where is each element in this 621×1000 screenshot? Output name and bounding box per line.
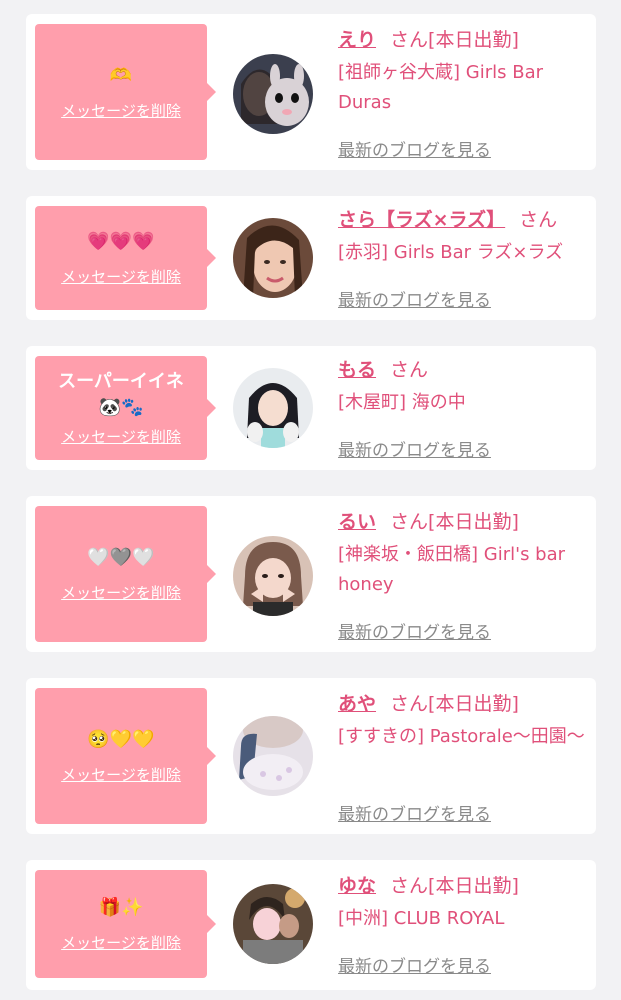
shop-info: [赤羽] Girls Bar ラズ×ラズ	[338, 242, 564, 263]
message-card: 🫶 メッセージを削除 えり さん[本日出勤] [祖師ヶ谷大蔵] Girls Bar…	[26, 14, 596, 170]
name-line: あや さん[本日出勤]	[338, 690, 588, 718]
avatar-photo-icon	[233, 884, 313, 964]
avatar-photo-icon	[233, 716, 313, 796]
name-line: えり さん[本日出勤]	[338, 26, 588, 54]
message-text: 🤍🩶🤍	[87, 547, 155, 568]
delete-message-link[interactable]: メッセージを削除	[61, 267, 181, 287]
work-status: [本日出勤]	[428, 29, 519, 51]
profile-info: るい さん[本日出勤] [神楽坂・飯田橋] Girl's bar honey	[338, 508, 588, 600]
honorific: さん	[519, 209, 558, 231]
name-line: ゆな さん[本日出勤]	[338, 872, 588, 900]
avatar[interactable]	[233, 884, 313, 964]
honorific: さん	[390, 359, 429, 381]
message-text: スーパーイイネ🐼🐾	[58, 371, 184, 418]
message-bubble: 🎁✨ メッセージを削除	[35, 870, 216, 978]
message-card: スーパーイイネ🐼🐾 メッセージを削除 もる さん [木屋町] 海の中 最新のブログ…	[26, 346, 596, 470]
honorific: さん	[390, 511, 429, 533]
profile-name-link[interactable]: るい	[338, 511, 376, 533]
avatar-photo-icon	[233, 54, 313, 134]
avatar[interactable]	[233, 54, 313, 134]
message-card: 🤍🩶🤍 メッセージを削除 るい さん[本日出勤] [神楽坂・飯田橋] Girl's…	[26, 496, 596, 652]
delete-message-link[interactable]: メッセージを削除	[61, 765, 181, 785]
shop-info: [すすきの] Pastorale〜田園〜	[338, 726, 585, 747]
honorific: さん	[390, 29, 429, 51]
profile-info: あや さん[本日出勤] [すすきの] Pastorale〜田園〜	[338, 690, 588, 752]
work-status: [本日出勤]	[428, 875, 519, 897]
avatar-photo-icon	[233, 536, 313, 616]
profile-info: もる さん [木屋町] 海の中	[338, 356, 588, 418]
message-bubble: スーパーイイネ🐼🐾 メッセージを削除	[35, 356, 216, 460]
delete-message-link[interactable]: メッセージを削除	[61, 583, 181, 603]
name-line: さら【ラズ×ラズ】 さん	[338, 206, 588, 234]
message-bubble: 🫶 メッセージを削除	[35, 24, 216, 160]
message-text: 🥺💛💛	[87, 729, 155, 750]
honorific: さん	[390, 875, 429, 897]
delete-message-link[interactable]: メッセージを削除	[61, 101, 181, 121]
shop-info: [木屋町] 海の中	[338, 392, 466, 413]
profile-name-link[interactable]: あや	[338, 693, 376, 715]
latest-blog-link[interactable]: 最新のブログを見る	[338, 618, 491, 643]
shop-info: [中洲] CLUB ROYAL	[338, 908, 505, 929]
profile-name-link[interactable]: ゆな	[338, 875, 376, 897]
profile-info: えり さん[本日出勤] [祖師ヶ谷大蔵] Girls Bar Duras	[338, 26, 588, 118]
shop-info: [祖師ヶ谷大蔵] Girls Bar Duras	[338, 62, 543, 113]
avatar-photo-icon	[233, 368, 313, 448]
profile-info: ゆな さん[本日出勤] [中洲] CLUB ROYAL	[338, 872, 588, 934]
profile-name-link[interactable]: さら【ラズ×ラズ】	[338, 209, 505, 231]
profile-name-link[interactable]: えり	[338, 29, 376, 51]
latest-blog-link[interactable]: 最新のブログを見る	[338, 436, 491, 461]
avatar[interactable]	[233, 536, 313, 616]
message-card: 🥺💛💛 メッセージを削除 あや さん[本日出勤] [すすきの] Pastorale…	[26, 678, 596, 834]
message-card: 💗💗💗 メッセージを削除 さら【ラズ×ラズ】 さん [赤羽] Girls Bar …	[26, 196, 596, 320]
latest-blog-link[interactable]: 最新のブログを見る	[338, 136, 491, 161]
avatar[interactable]	[233, 368, 313, 448]
avatar-photo-icon	[233, 218, 313, 298]
message-text: 🫶	[109, 65, 133, 86]
name-line: もる さん	[338, 356, 588, 384]
delete-message-link[interactable]: メッセージを削除	[61, 427, 181, 447]
delete-message-link[interactable]: メッセージを削除	[61, 933, 181, 953]
latest-blog-link[interactable]: 最新のブログを見る	[338, 952, 491, 977]
honorific: さん	[390, 693, 429, 715]
message-text: 💗💗💗	[87, 231, 155, 252]
avatar[interactable]	[233, 218, 313, 298]
message-bubble: 🤍🩶🤍 メッセージを削除	[35, 506, 216, 642]
avatar[interactable]	[233, 716, 313, 796]
profile-name-link[interactable]: もる	[338, 359, 376, 381]
latest-blog-link[interactable]: 最新のブログを見る	[338, 286, 491, 311]
message-card: 🎁✨ メッセージを削除 ゆな さん[本日出勤] [中洲] CLUB ROYAL 最…	[26, 860, 596, 990]
latest-blog-link[interactable]: 最新のブログを見る	[338, 800, 491, 825]
message-bubble: 🥺💛💛 メッセージを削除	[35, 688, 216, 824]
work-status: [本日出勤]	[428, 693, 519, 715]
shop-info: [神楽坂・飯田橋] Girl's bar honey	[338, 544, 566, 595]
profile-info: さら【ラズ×ラズ】 さん [赤羽] Girls Bar ラズ×ラズ	[338, 206, 588, 268]
name-line: るい さん[本日出勤]	[338, 508, 588, 536]
message-text: 🎁✨	[98, 897, 144, 918]
work-status: [本日出勤]	[428, 511, 519, 533]
message-bubble: 💗💗💗 メッセージを削除	[35, 206, 216, 310]
